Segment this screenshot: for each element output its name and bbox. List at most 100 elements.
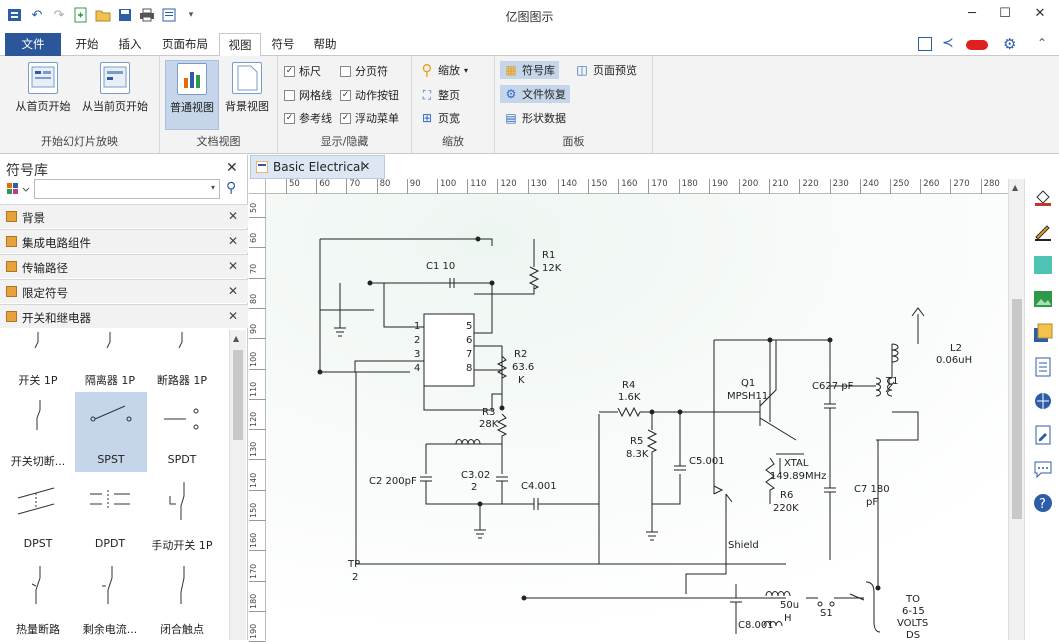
category-folder-icon: [6, 261, 17, 272]
image-icon[interactable]: [1033, 289, 1053, 309]
category-switches-relays[interactable]: 开关和继电器 ✕: [0, 304, 248, 328]
category-background[interactable]: 背景 ✕: [0, 204, 248, 228]
ruler-tick: 100: [437, 179, 456, 194]
ruler-corner: [249, 179, 266, 194]
normal-view-button[interactable]: 普通视图: [165, 60, 219, 130]
library-close-icon[interactable]: ✕: [226, 160, 238, 176]
zoom-button[interactable]: ⚲ 缩放 ▾: [420, 61, 469, 79]
shape-spst[interactable]: SPST: [75, 392, 147, 472]
close-button[interactable]: ✕: [1030, 6, 1050, 21]
category-close-icon[interactable]: ✕: [228, 259, 238, 273]
shape-isolator-1p[interactable]: 隔离器 1P: [74, 372, 146, 388]
settings-gear-icon[interactable]: ⚙: [1003, 35, 1016, 53]
search-icon[interactable]: ⚲: [226, 180, 236, 196]
shape-data-button[interactable]: ▤ 形状数据: [504, 109, 566, 127]
label-c3-value: 2: [471, 482, 477, 493]
category-transmission-path[interactable]: 传输路径 ✕: [0, 254, 248, 278]
shape-switch-1p[interactable]: 开关 1P: [2, 372, 74, 388]
shape-residual-current[interactable]: 剩余电流...: [74, 560, 146, 640]
label-r1: R1: [542, 250, 555, 261]
group-docview-label: 文档视图: [196, 135, 241, 148]
share-screen-icon[interactable]: [918, 37, 932, 51]
menu-insert[interactable]: 插入: [112, 33, 148, 56]
library-search-input[interactable]: ▾: [34, 179, 220, 199]
page-list-icon[interactable]: [1033, 357, 1053, 377]
category-close-icon[interactable]: ✕: [228, 309, 238, 323]
ruler-checkbox[interactable]: ✓ 标尺: [284, 62, 321, 80]
ruler-tick: 150: [249, 501, 266, 521]
shape-label: 开关切断...: [10, 455, 66, 468]
from-current-page-button[interactable]: 从当前页开始: [78, 60, 152, 114]
library-menu-icon[interactable]: [6, 181, 32, 197]
label-pin1: 1: [414, 321, 420, 332]
category-qualifying-symbols[interactable]: 限定符号 ✕: [0, 279, 248, 303]
label-xtal: XTAL: [784, 458, 809, 469]
user-avatar[interactable]: [966, 40, 988, 50]
action-button-check-icon: ✓: [340, 89, 351, 101]
collapse-ribbon-icon[interactable]: ⌃: [1037, 36, 1047, 50]
document-tab-close-icon[interactable]: ✕: [361, 160, 370, 173]
line-style-icon[interactable]: [1033, 221, 1053, 241]
category-close-icon[interactable]: ✕: [228, 209, 238, 223]
category-close-icon[interactable]: ✕: [228, 234, 238, 248]
label-c2: C2 200pF: [369, 476, 417, 487]
library-panel-button[interactable]: ▦ 符号库: [500, 61, 559, 79]
category-ic-components[interactable]: 集成电路组件 ✕: [0, 229, 248, 253]
label-volts: VOLTS: [897, 618, 928, 629]
drawing-page[interactable]: C1 10 R1 12K R2 63.6 K R3 28K C2 200pF C…: [266, 194, 1008, 640]
ruler-tick: 130: [527, 179, 547, 194]
ruler-tick: 140: [249, 470, 266, 491]
canvas-scroll-thumb[interactable]: [1012, 299, 1022, 519]
menu-file[interactable]: 文件: [5, 33, 61, 56]
shape-closed-contact[interactable]: 闭合触点: [146, 560, 218, 640]
canvas-scroll-up-icon[interactable]: ▲: [1012, 183, 1018, 192]
page-width-button[interactable]: ⊞ 页宽: [420, 109, 460, 127]
library-scrollbar[interactable]: ▲: [229, 330, 246, 640]
share-icon[interactable]: ≺: [942, 35, 954, 51]
group-slideshow: 从首页开始 从当前页开始 开始幻灯片放映: [0, 56, 160, 153]
layers-icon[interactable]: [1033, 323, 1053, 343]
minimize-button[interactable]: ─: [962, 6, 982, 21]
maximize-button[interactable]: ☐: [995, 6, 1015, 21]
guide-label: 参考线: [299, 112, 332, 125]
guide-checkbox[interactable]: ✓ 参考线: [284, 109, 332, 127]
menu-symbol[interactable]: 符号: [266, 33, 300, 56]
edit-document-icon[interactable]: [1033, 425, 1053, 445]
shape-manual-switch-1p[interactable]: 手动开关 1P: [146, 476, 218, 556]
shape-switch-disconnect[interactable]: 开关切断...: [2, 390, 74, 472]
page-break-checkbox[interactable]: 分页符: [340, 62, 388, 80]
shape-thermal-breaker[interactable]: 热量断路: [2, 560, 74, 640]
category-label: 开关和继电器: [22, 311, 91, 325]
menu-page-layout[interactable]: 页面布局: [156, 33, 214, 56]
category-close-icon[interactable]: ✕: [228, 284, 238, 298]
zoom-dropdown-icon: ▾: [464, 65, 469, 75]
library-title: 符号库: [6, 163, 48, 179]
action-button-checkbox[interactable]: ✓ 动作按钮: [340, 86, 399, 104]
color-fill-icon[interactable]: [1033, 255, 1053, 275]
scroll-up-icon[interactable]: ▲: [233, 334, 239, 343]
horizontal-ruler: 50 60 70 80 90 100 110 120 130 140 150 160 170 180 190…: [266, 179, 1008, 194]
document-tab[interactable]: Basic Electrical ✕: [250, 155, 385, 179]
help-icon[interactable]: ?: [1033, 493, 1053, 513]
globe-icon[interactable]: [1033, 391, 1053, 411]
menu-view[interactable]: 视图: [219, 33, 261, 57]
page-preview-button[interactable]: ◫ 页面预览: [575, 61, 637, 79]
shape-breaker-1p[interactable]: 断路器 1P: [146, 372, 218, 388]
menu-home[interactable]: 开始: [68, 33, 106, 56]
from-first-page-button[interactable]: 从首页开始: [10, 60, 76, 114]
menu-help[interactable]: 帮助: [308, 33, 342, 56]
shape-dpst[interactable]: DPST: [2, 476, 74, 556]
fill-bucket-icon[interactable]: [1033, 187, 1053, 207]
background-view-button[interactable]: 背景视图: [220, 60, 274, 114]
scroll-thumb[interactable]: [233, 350, 243, 440]
shape-label: 断路器 1P: [156, 374, 208, 387]
shape-dpdt[interactable]: DPDT: [74, 476, 146, 556]
file-recovery-button[interactable]: ⚙ 文件恢复: [500, 85, 570, 103]
whole-page-button[interactable]: ⛶ 整页: [420, 86, 460, 104]
shape-spdt[interactable]: SPDT: [146, 390, 218, 472]
canvas-scrollbar[interactable]: ▲: [1008, 179, 1024, 640]
comment-icon[interactable]: [1033, 459, 1053, 479]
grid-checkbox[interactable]: 网格线: [284, 86, 332, 104]
float-menu-checkbox[interactable]: ✓ 浮动菜单: [340, 109, 399, 127]
search-dropdown-icon[interactable]: ▾: [211, 183, 215, 192]
